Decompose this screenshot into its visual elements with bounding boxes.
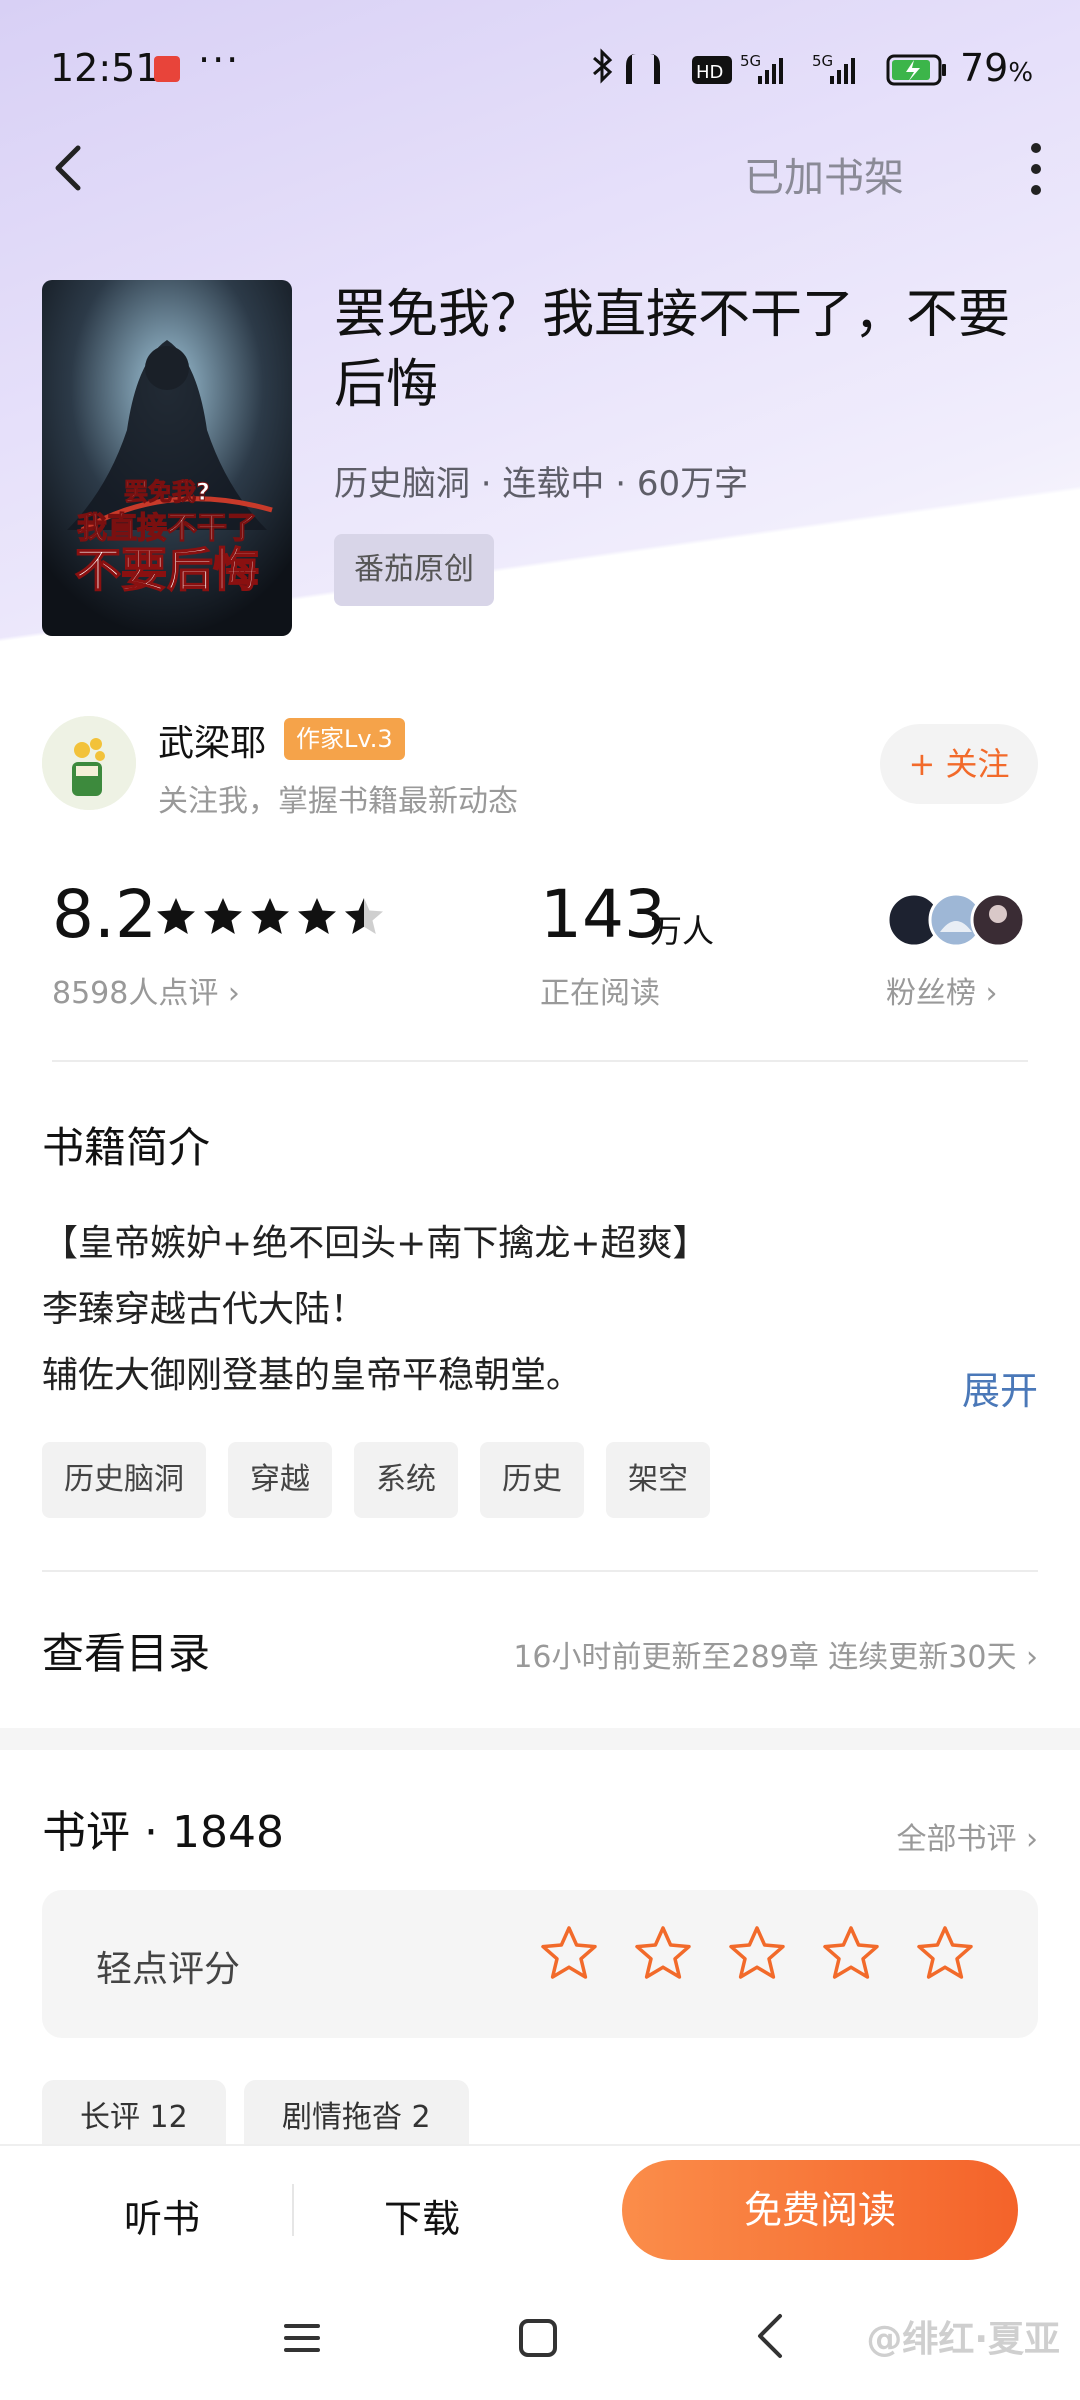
catalog-update-info[interactable]: 16小时前更新至289章 连续更新30天 › [513, 1632, 1038, 1676]
rate-star-3-icon[interactable] [726, 1924, 788, 1986]
divider [42, 1570, 1038, 1572]
divider [52, 1060, 1028, 1062]
star-icon [251, 898, 289, 934]
signal-2-icon [830, 58, 855, 84]
svg-text:5G: 5G [812, 52, 833, 70]
rating-count-link[interactable]: 8598人点评 › [52, 968, 240, 1012]
home-icon[interactable] [518, 2318, 558, 2358]
notification-app-icon [154, 56, 180, 82]
genre-tags: 历史脑洞 穿越 系统 历史 架空 [42, 1442, 710, 1518]
intro-line-1: 【皇帝嫉妒+绝不回头+南下擒龙+超爽】 [42, 1223, 709, 1264]
battery-icon [886, 54, 946, 86]
book-cover[interactable]: 罢免我? 我直接不干了 不要后悔 [42, 280, 292, 636]
reviews-title: 书评 · 1848 [42, 1807, 284, 1858]
added-to-shelf-label[interactable]: 已加书架 [744, 145, 904, 203]
source-tag[interactable]: 番茄原创 [334, 534, 494, 606]
download-button[interactable]: 下载 [384, 2188, 460, 2243]
fans-ranking-link[interactable]: 粉丝榜 › [886, 968, 998, 1012]
rate-star-2-icon[interactable] [632, 1924, 694, 1986]
catalog-title[interactable]: 查看目录 [42, 1620, 210, 1681]
star-icon [157, 898, 195, 934]
more-options-button[interactable] [1024, 140, 1048, 198]
rating-stars [156, 894, 386, 940]
genre-tag[interactable]: 架空 [606, 1442, 710, 1518]
all-reviews-link[interactable]: 全部书评 › [896, 1814, 1038, 1858]
author-subtitle: 关注我，掌握书籍最新动态 [158, 784, 518, 819]
follow-button[interactable]: + 关注 [880, 724, 1038, 804]
author-level-badge: 作家Lv.3 [284, 718, 405, 760]
more-notifications-icon: ··· [198, 38, 241, 82]
more-vertical-icon [1031, 143, 1041, 195]
readers-unit: 万人 [650, 912, 715, 950]
intro-title: 书籍简介 [42, 1123, 211, 1172]
svg-text:HD: HD [696, 62, 723, 83]
svg-text:不要后悔: 不要后悔 [75, 543, 259, 597]
watermark: @绯红·夏亚 [866, 2319, 1060, 2360]
readers-count: 143 [540, 876, 666, 953]
rate-star-4-icon[interactable] [820, 1924, 882, 1986]
intro-line-3: 辅佐大御刚登基的皇帝平稳朝堂。 [42, 1355, 583, 1396]
status-time: 12:51 [50, 46, 160, 90]
rate-label: 轻点评分 [96, 1949, 241, 1990]
menu-icon[interactable] [282, 2318, 322, 2358]
star-icon [204, 898, 242, 934]
listen-button[interactable]: 听书 [124, 2188, 200, 2243]
bluetooth-icon [593, 48, 613, 84]
rating-score[interactable]: 8.2 [52, 876, 157, 953]
svg-text:罢免我?: 罢免我? [124, 478, 210, 506]
readers-label: 正在阅读 [540, 976, 660, 1011]
back-button[interactable] [44, 138, 94, 198]
bar-separator [292, 2184, 294, 2236]
earbuds-icon [626, 54, 660, 84]
genre-tag[interactable]: 历史 [480, 1442, 584, 1518]
chevron-left-icon [55, 145, 81, 191]
genre-tag[interactable]: 穿越 [228, 1442, 332, 1518]
expand-intro-button[interactable]: 展开 [962, 1360, 1038, 1415]
section-separator [0, 1728, 1080, 1750]
book-title: 罢免我？我直接不干了，不要后悔 [334, 285, 1011, 415]
svg-text:我直接不干了: 我直接不干了 [77, 511, 257, 546]
genre-tag[interactable]: 系统 [354, 1442, 458, 1518]
book-meta: 历史脑洞 · 连载中 · 60万字 [334, 464, 749, 504]
battery-percent: 79% [960, 46, 1034, 90]
free-read-button[interactable]: 免费阅读 [622, 2160, 1018, 2260]
author-name[interactable]: 武梁耶 [158, 714, 266, 766]
rate-star-1-icon[interactable] [538, 1924, 600, 1986]
half-star-icon [345, 898, 383, 934]
author-avatar[interactable] [42, 716, 136, 810]
fans-avatars[interactable] [886, 892, 1028, 948]
genre-tag[interactable]: 历史脑洞 [42, 1442, 206, 1518]
signal-1-icon [758, 58, 783, 84]
svg-text:5G: 5G [740, 52, 761, 70]
star-icon [298, 898, 336, 934]
back-nav-icon[interactable] [752, 2312, 788, 2360]
rate-star-5-icon[interactable] [914, 1924, 976, 1986]
intro-line-2: 李臻穿越古代大陆！ [42, 1289, 367, 1330]
